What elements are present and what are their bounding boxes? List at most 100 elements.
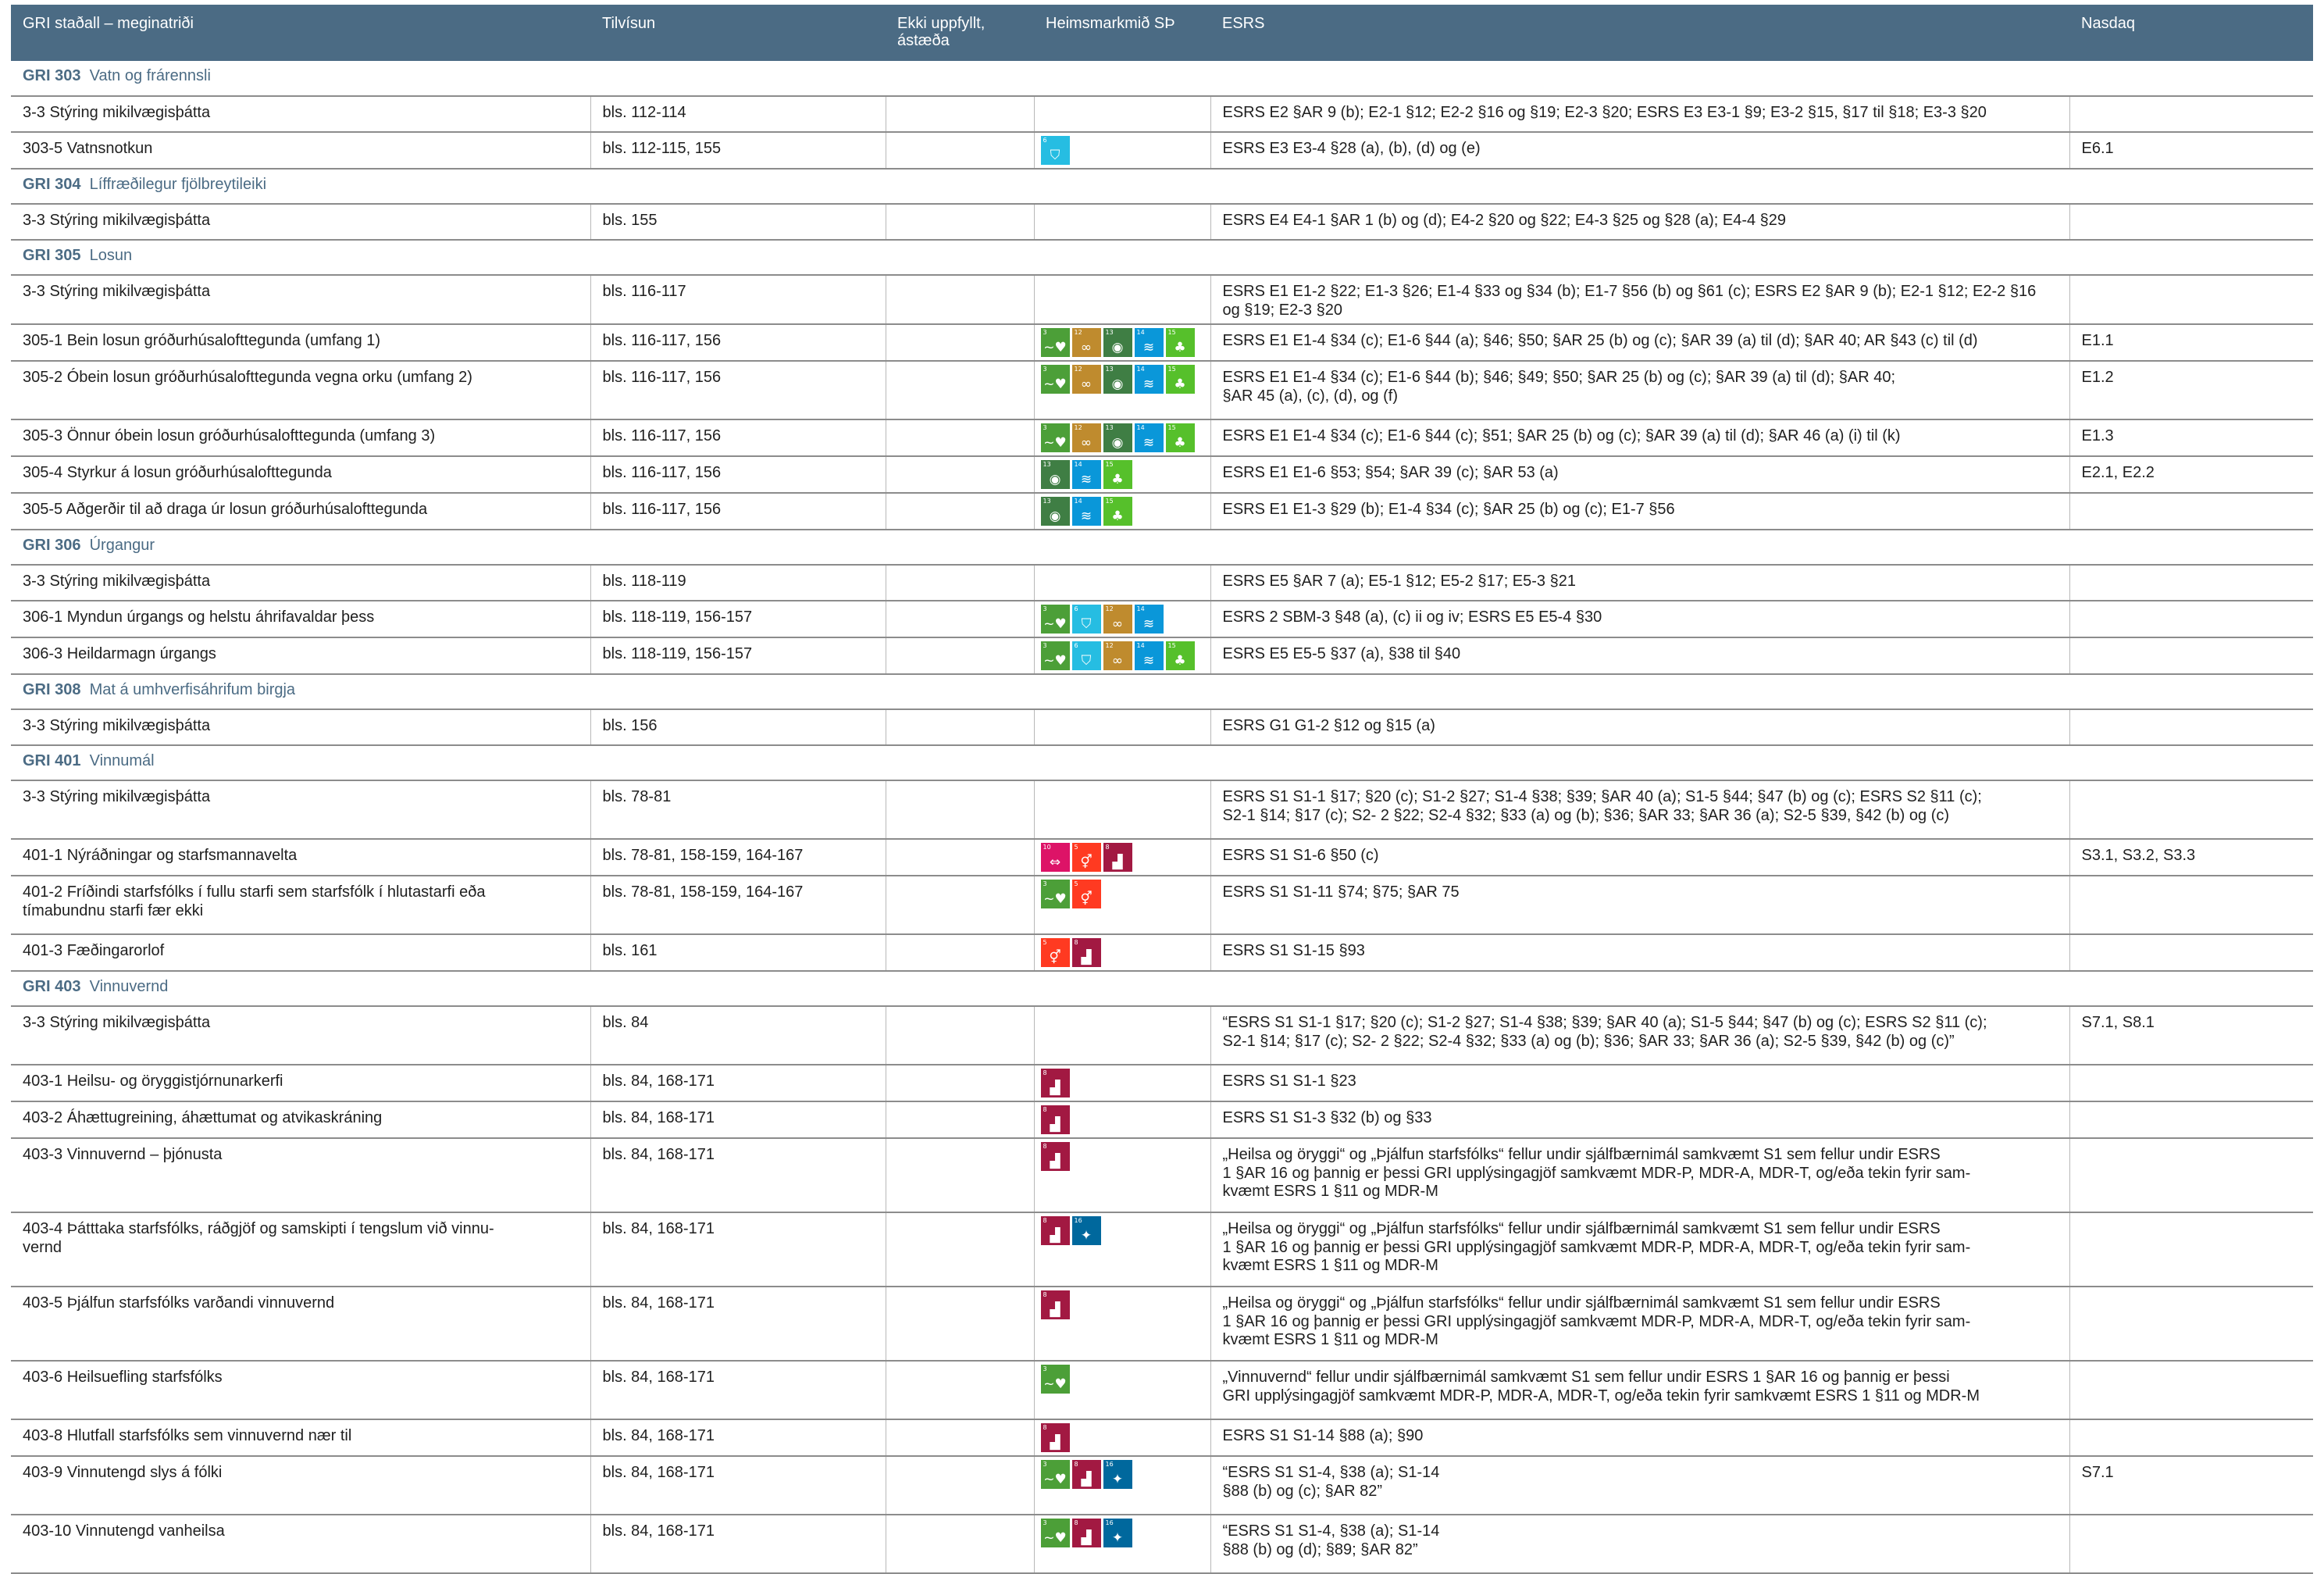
esrs-text: “ESRS S1 S1-4, §38 (a); S1-14 §88 (b) og … [1222, 1464, 1440, 1500]
sdg-number: 3 [1043, 424, 1047, 431]
nasdaq-cell: E2.1, E2.2 [2069, 456, 2313, 494]
sdg-15-tree-icon: 15 ♣ [1165, 641, 1195, 670]
sdg-14-fish-icon: 14 ≋ [1134, 328, 1164, 357]
sdg-3-heartbeat-icon: 3 ~♥ [1040, 423, 1070, 452]
gri-disclosure: 305-1 Bein losun gróðurhúsalofttegunda (… [11, 324, 590, 362]
sdg-3-heartbeat-icon: 3 ~♥ [1040, 605, 1070, 634]
nasdaq-cell [2069, 1101, 2313, 1139]
esrs-text: ESRS S1 S1-11 §74; §75; §AR 75 [1222, 883, 1460, 901]
esrs-cell: “ESRS S1 S1-4, §38 (a); S1-14 §88 (b) og … [1210, 1456, 2069, 1515]
sdg-glyph: ◉ [1049, 472, 1061, 487]
sdg-14-fish-icon: 14 ≋ [1134, 423, 1164, 452]
sdg-glyph: ◉ [1049, 509, 1061, 524]
sdg-glyph: ∞ [1080, 340, 1092, 355]
nasdaq-cell: S7.1, S8.1 [2069, 1006, 2313, 1065]
reference-text: bls. 161 [602, 942, 658, 959]
sdg-glyph: ▟ [1050, 1228, 1060, 1244]
sdg-glyph: ~♥ [1043, 1530, 1067, 1546]
esrs-cell: „Heilsa og öryggi“ og „Þjálfun starfsfól… [1210, 1138, 2069, 1213]
nasdaq-cell: E1.1 [2069, 324, 2313, 362]
gri-disclosure-text: 3-3 Stýring mikilvægisþátta [23, 212, 211, 229]
nasdaq-cell: E1.2 [2069, 361, 2313, 420]
sdg-cell [1033, 96, 1210, 133]
sdg-12-infinity-icon: 12 ∞ [1103, 605, 1132, 634]
nasdaq-cell: S7.1 [2069, 1456, 2313, 1515]
sdg-number: 6 [1043, 137, 1047, 144]
esrs-text: „Vinnuvernd“ fellur undir sjálfbærnimál … [1222, 1369, 1980, 1404]
reference-text: bls. 112-114 [602, 104, 686, 121]
sdg-8-growth-chart-icon: 8 ▟ [1040, 1142, 1070, 1171]
omission-cell [885, 456, 1034, 494]
gri-disclosure-text: 306-1 Myndun úrgangs og helstu áhrifaval… [23, 609, 375, 626]
sdg-number: 15 [1167, 329, 1176, 336]
gri-disclosure: 403-4 Þátttaka starfsfólks, ráðgjöf og s… [11, 1212, 590, 1287]
table-row: 403-2 Áhættugreining, áhættumat og atvik… [11, 1101, 2313, 1139]
sdg-icon-group: 8 ▟ 16 ✦ [1040, 1216, 1206, 1245]
esrs-cell: ESRS E1 E1-3 §29 (b); E1-4 §34 (c); §AR … [1210, 493, 2069, 530]
gri-disclosure-text: 403-1 Heilsu- og öryggistjórnunarkerfi [23, 1073, 283, 1090]
reference-text: bls. 118-119, 156-157 [602, 645, 753, 662]
sdg-icon-group: 3 ~♥ 6 ⛉ 12 ∞ 14 ≋ 15 ♣ [1040, 641, 1206, 670]
esrs-text: ESRS E1 E1-4 §34 (c); E1-6 §44 (c); §51;… [1222, 427, 1901, 444]
esrs-text: ESRS S1 S1-3 §32 (b) og §33 [1222, 1109, 1432, 1126]
sdg-cell: 8 ▟ [1033, 1065, 1210, 1102]
sdg-8-growth-chart-icon: 8 ▟ [1040, 1105, 1070, 1134]
gri-disclosure-text: 403-5 Þjálfun starfsfólks varðandi vinnu… [23, 1294, 335, 1312]
sdg-number: 14 [1074, 461, 1082, 468]
header-sdg: Heimsmarkmið SÞ [1034, 5, 1210, 61]
sdg-15-tree-icon: 15 ♣ [1103, 497, 1132, 526]
sdg-number: 8 [1043, 1106, 1047, 1113]
section-gri-number: GRI 305 [23, 247, 81, 264]
gri-disclosure: 3-3 Stýring mikilvægisþátta [11, 709, 590, 746]
sdg-3-heartbeat-icon: 3 ~♥ [1040, 365, 1070, 394]
esrs-text: ESRS S1 S1-15 §93 [1222, 942, 1365, 959]
nasdaq-cell [2069, 934, 2313, 972]
table-row: 403-1 Heilsu- og öryggistjórnunarkerfi bl… [11, 1065, 2313, 1102]
reference-cell: bls. 84, 168-171 [590, 1419, 886, 1457]
reference-cell: bls. 118-119, 156-157 [590, 601, 886, 638]
section-title: Losun [89, 247, 133, 264]
section-row: GRI 304 Líffræðilegur fjölbreytileiki [11, 169, 2313, 205]
sdg-5-gender-equality-icon: 5 ⚥ [1040, 938, 1070, 967]
omission-cell [885, 96, 1034, 133]
esrs-cell: ESRS S1 S1-3 §32 (b) og §33 [1210, 1101, 2069, 1139]
sdg-glyph: ✦ [1111, 1530, 1124, 1546]
gri-disclosure-text: 403-10 Vinnutengd vanheilsa [23, 1522, 225, 1540]
sdg-number: 5 [1043, 939, 1047, 946]
table-row: 306-3 Heildarmagn úrgangs bls. 118-119, 1… [11, 637, 2313, 675]
omission-cell [885, 565, 1034, 601]
omission-cell [885, 709, 1034, 746]
table-row: 403-6 Heilsuefling starfsfólks bls. 84, 1… [11, 1361, 2313, 1420]
nasdaq-cell [2069, 565, 2313, 601]
reference-text: bls. 84, 168-171 [602, 1073, 715, 1090]
sdg-number: 8 [1105, 844, 1110, 851]
omission-cell [885, 132, 1034, 170]
nasdaq-cell [2069, 1138, 2313, 1213]
section-gri-number: GRI 303 [23, 67, 81, 84]
sdg-glyph: ✦ [1111, 1472, 1124, 1487]
reference-cell: bls. 116-117, 156 [590, 419, 886, 457]
sdg-cell: 8 ▟ [1033, 1138, 1210, 1213]
sdg-number: 14 [1136, 424, 1145, 431]
reference-cell: bls. 116-117, 156 [590, 324, 886, 362]
nasdaq-cell [2069, 876, 2313, 935]
table-row: 401-1 Nýráðningar og starfsmannavelta bls… [11, 839, 2313, 876]
sdg-14-fish-icon: 14 ≋ [1134, 641, 1164, 670]
reference-text: bls. 84 [602, 1014, 649, 1031]
sdg-icon-group: 8 ▟ [1040, 1069, 1206, 1098]
esrs-text: ESRS E2 §AR 9 (b); E2-1 §12; E2-2 §16 og… [1222, 104, 1987, 121]
sdg-number: 15 [1105, 461, 1114, 468]
section-gri-number: GRI 308 [23, 681, 81, 698]
esrs-text: ESRS E1 E1-3 §29 (b); E1-4 §34 (c); §AR … [1222, 501, 1675, 518]
reference-text: bls. 84, 168-171 [602, 1220, 715, 1237]
sdg-number: 3 [1043, 642, 1047, 649]
omission-cell [885, 1361, 1034, 1420]
sdg-number: 12 [1105, 642, 1114, 649]
sdg-glyph: ∞ [1111, 616, 1124, 632]
reference-text: bls. 116-117, 156 [602, 369, 722, 386]
sdg-cell: 8 ▟ [1033, 1287, 1210, 1362]
sdg-number: 3 [1043, 880, 1047, 887]
sdg-13-climate-eye-icon: 13 ◉ [1040, 497, 1070, 526]
gri-disclosure-text: 3-3 Stýring mikilvægisþátta [23, 104, 211, 121]
sdg-number: 14 [1136, 642, 1145, 649]
